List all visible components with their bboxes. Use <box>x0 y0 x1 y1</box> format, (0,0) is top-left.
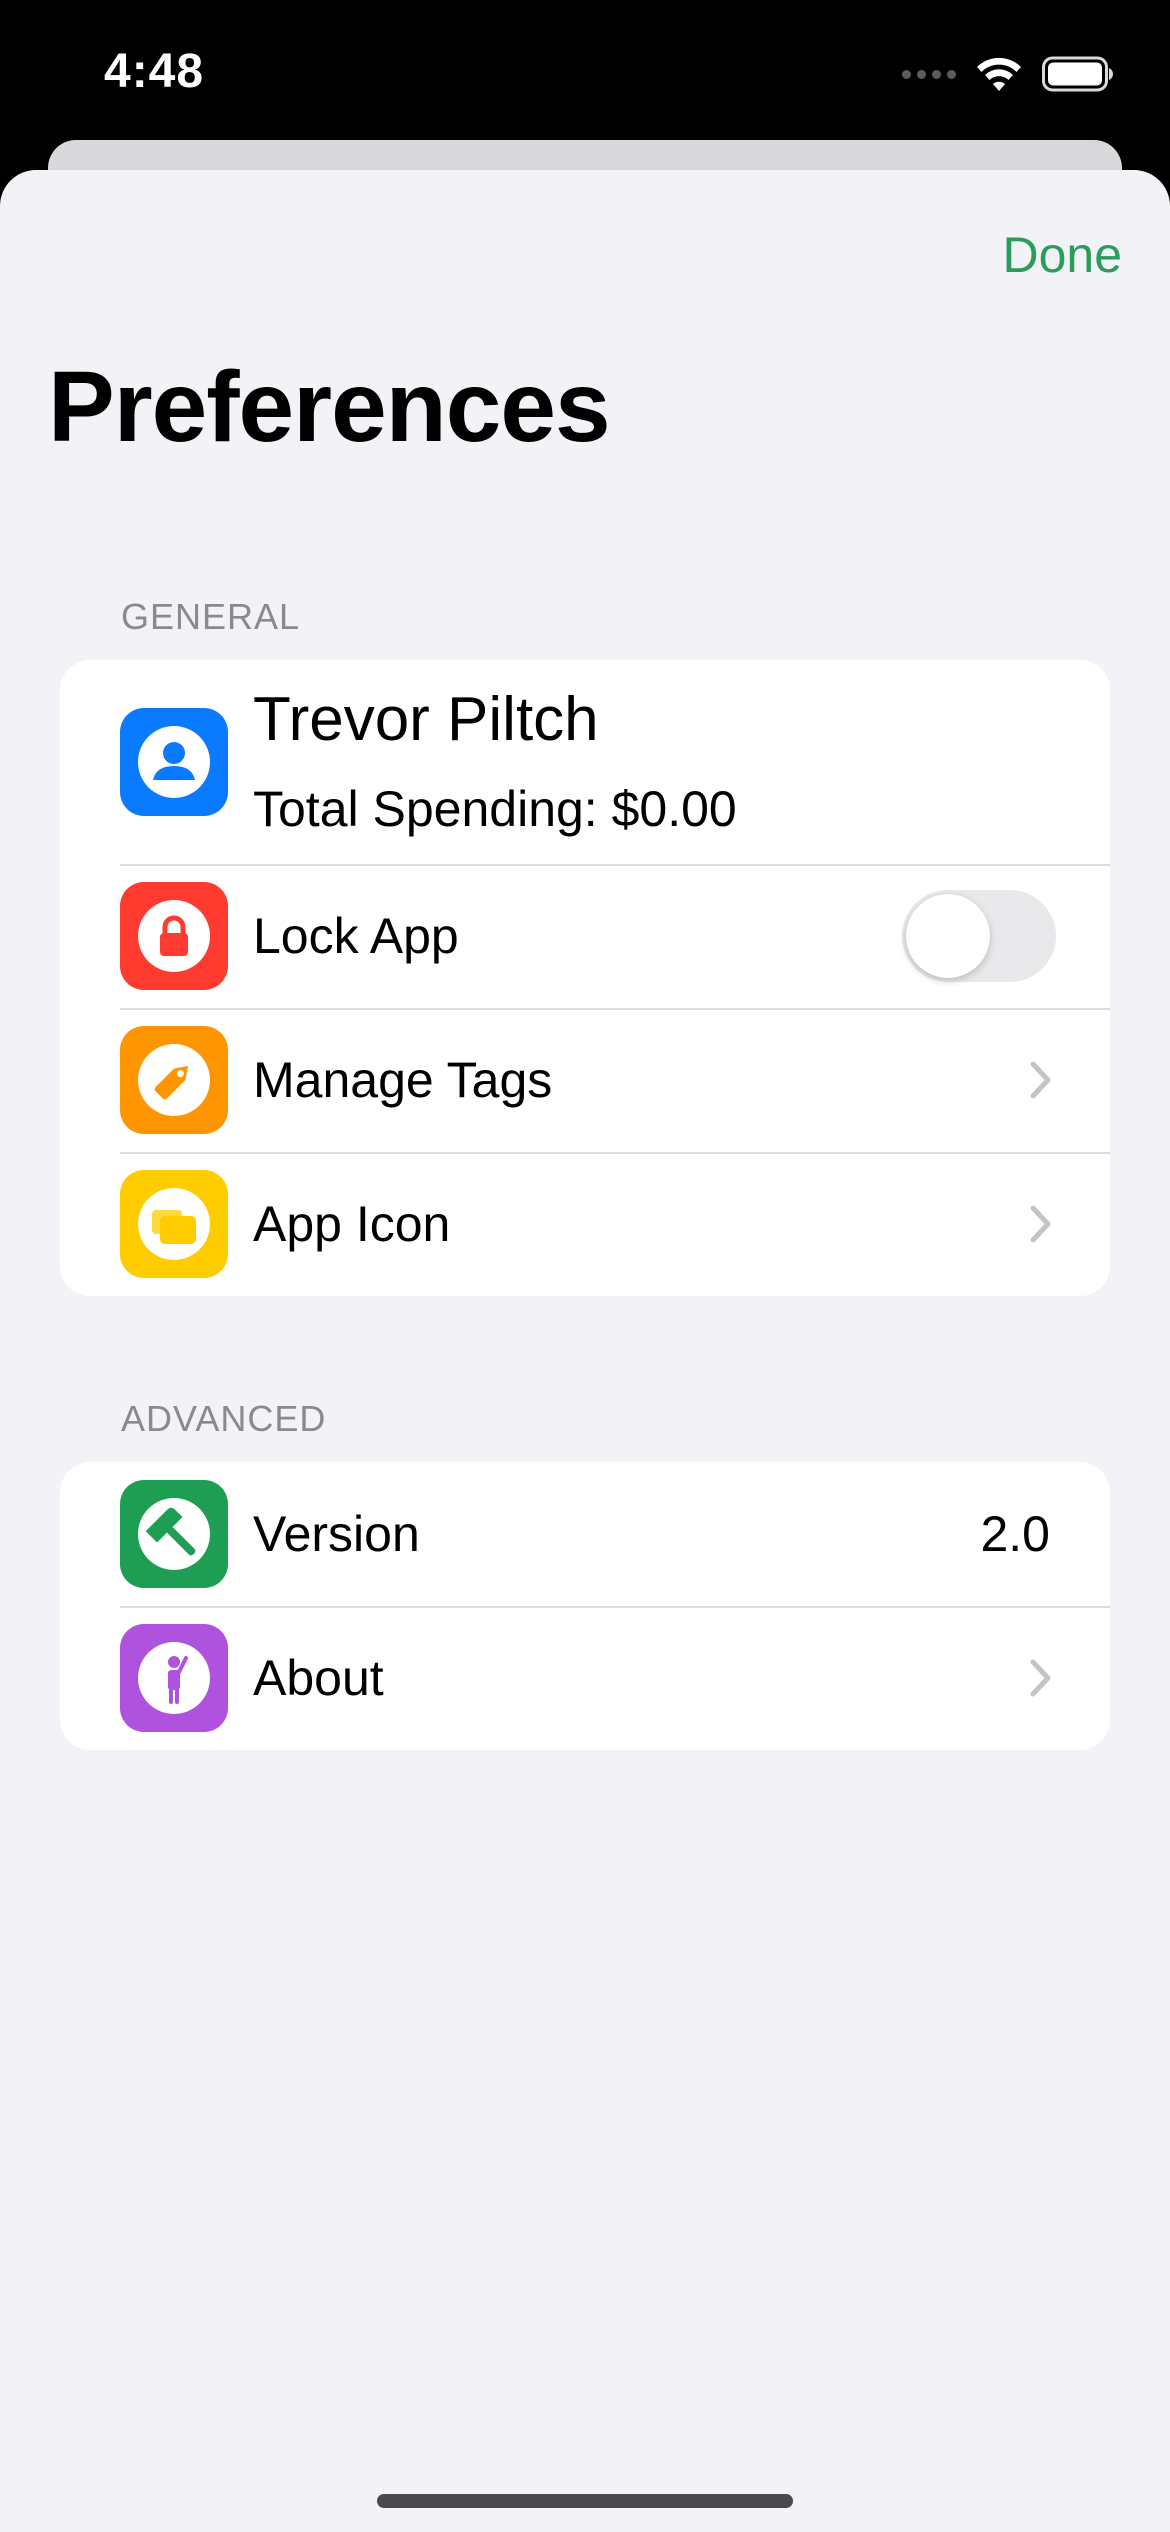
app-icon-label: App Icon <box>253 1196 451 1252</box>
page-title: Preferences <box>48 351 611 463</box>
manage-tags-label: Manage Tags <box>253 1052 553 1108</box>
app-icon-icon <box>120 1170 228 1278</box>
section-header-general: GENERAL <box>121 596 301 637</box>
hammer-icon <box>120 1480 228 1588</box>
chevron-right-icon <box>1028 1059 1054 1101</box>
about-label: About <box>253 1650 384 1706</box>
manage-tags-row[interactable]: Manage Tags <box>60 1008 1110 1152</box>
lock-app-toggle[interactable] <box>902 890 1056 982</box>
status-icons <box>902 54 1114 94</box>
toggle-knob <box>906 894 990 978</box>
chevron-right-icon <box>1028 1657 1054 1699</box>
version-value: 2.0 <box>980 1506 1050 1562</box>
about-row[interactable]: About <box>60 1606 1110 1750</box>
preferences-sheet: Done Preferences GENERAL Trevor Piltch T… <box>0 170 1170 2532</box>
advanced-group: Version 2.0 About <box>60 1462 1110 1750</box>
lock-icon <box>120 882 228 990</box>
lock-app-label: Lock App <box>253 908 459 964</box>
section-header-advanced: ADVANCED <box>121 1398 327 1439</box>
tag-icon <box>120 1026 228 1134</box>
wifi-icon <box>977 57 1021 91</box>
version-label: Version <box>253 1506 420 1562</box>
profile-total-spending: Total Spending: $0.00 <box>253 781 737 837</box>
home-indicator[interactable] <box>377 2494 793 2508</box>
lock-app-row: Lock App <box>60 864 1110 1008</box>
person-raised-hand-icon <box>120 1624 228 1732</box>
profile-name: Trevor Piltch <box>253 685 599 754</box>
profile-row[interactable]: Trevor Piltch Total Spending: $0.00 <box>60 660 1110 864</box>
version-row: Version 2.0 <box>60 1462 1110 1606</box>
status-bar: 4:48 <box>0 0 1170 150</box>
signal-dots-icon <box>902 69 956 79</box>
person-icon <box>120 708 228 816</box>
general-group: Trevor Piltch Total Spending: $0.00 Lock… <box>60 660 1110 1296</box>
done-button[interactable]: Done <box>1002 226 1122 284</box>
app-icon-row[interactable]: App Icon <box>60 1152 1110 1296</box>
battery-icon <box>1042 56 1113 92</box>
chevron-right-icon <box>1028 1203 1054 1245</box>
status-time: 4:48 <box>104 45 205 98</box>
